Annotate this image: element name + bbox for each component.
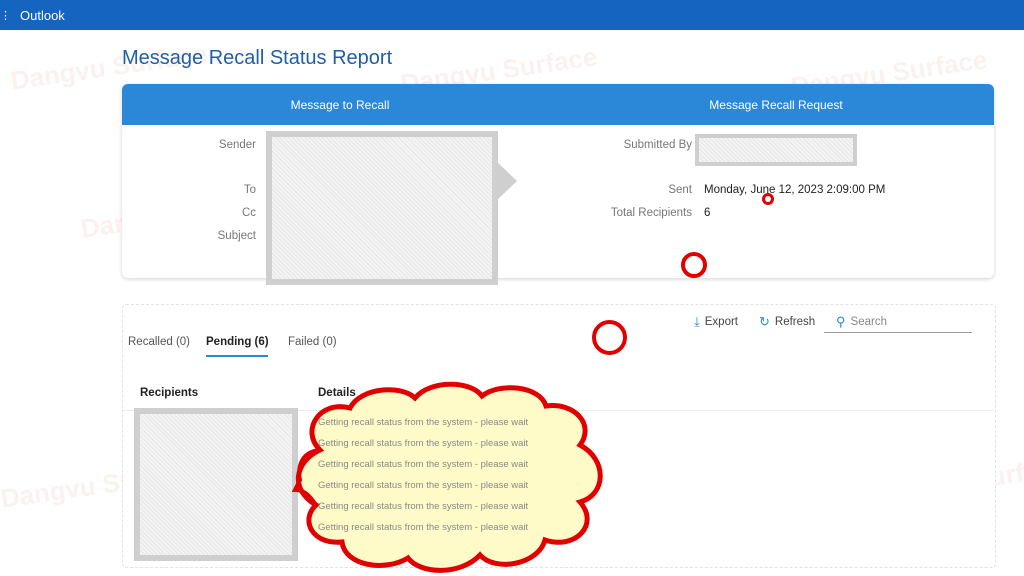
refresh-icon: ↻ (759, 314, 770, 329)
summary-card: Message to Recall Message Recall Request (122, 84, 994, 278)
submitted-by-label: Submitted By (623, 139, 692, 151)
tab-pending[interactable]: Pending (6) (206, 336, 269, 348)
subject-label: Subject (217, 230, 256, 242)
to-label: To (243, 184, 256, 196)
search-placeholder[interactable]: Search (851, 316, 887, 328)
sent-label: Sent (668, 184, 692, 196)
refresh-button[interactable]: ↻ Refresh (759, 314, 815, 330)
export-label: Export (704, 316, 738, 328)
recipients-column-header[interactable]: Recipients (140, 387, 198, 399)
message-to-recall-header: Message to Recall (290, 97, 390, 112)
redaction-callout-pointer (495, 160, 517, 202)
page-title: Message Recall Status Report (122, 47, 393, 69)
tab-failed[interactable]: Failed (0) (288, 336, 337, 348)
search-box[interactable]: ⚲ Search (836, 314, 887, 330)
detail-row: Getting recall status from the system - … (318, 438, 529, 449)
detail-row: Getting recall status from the system - … (318, 501, 529, 512)
cloud-annotation (291, 381, 603, 573)
refresh-label: Refresh (774, 316, 816, 328)
export-button[interactable]: ⤓ Export (694, 314, 738, 330)
cc-label: Cc (241, 207, 256, 219)
total-recipients-label: Total Recipients (610, 207, 692, 219)
redacted-recipients (134, 408, 298, 561)
redacted-submitter (695, 134, 857, 166)
redacted-message-details (266, 131, 498, 285)
sent-value: Monday, June 12, 2023 2:09:00 PM (704, 184, 886, 196)
summary-card-header: Message to Recall Message Recall Request (122, 84, 994, 125)
detail-row: Getting recall status from the system - … (318, 417, 529, 428)
app-launcher-icon[interactable]: ⋮ (0, 9, 11, 22)
detail-row: Getting recall status from the system - … (318, 459, 529, 470)
app-name[interactable]: Outlook (20, 8, 65, 23)
annotation-circle (592, 320, 627, 355)
annotation-circle (681, 252, 707, 278)
tab-recalled[interactable]: Recalled (0) (128, 336, 190, 348)
annotation-dot (762, 193, 774, 205)
download-icon: ⤓ (694, 314, 700, 329)
search-icon: ⚲ (836, 314, 846, 329)
total-recipients-value: 6 (704, 207, 711, 219)
detail-row: Getting recall status from the system - … (318, 480, 529, 491)
active-tab-indicator (206, 355, 268, 357)
search-underline (824, 332, 972, 333)
detail-row: Getting recall status from the system - … (318, 522, 529, 533)
recall-request-header: Message Recall Request (709, 97, 843, 112)
top-bar: ⋮ Outlook (0, 0, 1024, 30)
sender-label: Sender (218, 139, 256, 151)
